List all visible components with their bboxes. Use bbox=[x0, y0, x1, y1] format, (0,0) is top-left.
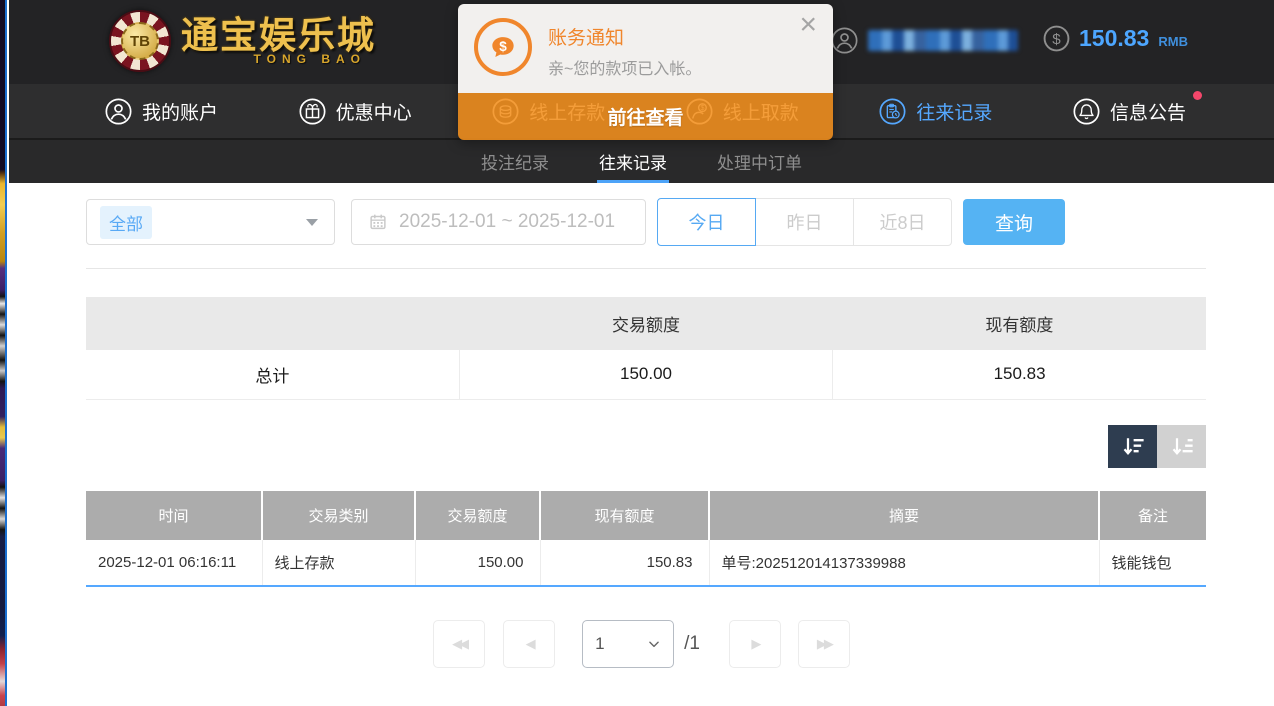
summary-total-label: 总计 bbox=[86, 350, 459, 399]
notification-badge-dot bbox=[1193, 91, 1202, 100]
tab-strip: 投注纪录 往来记录 处理中订单 bbox=[9, 138, 1274, 183]
summary-total-row: 总计 150.00 150.83 bbox=[86, 350, 1206, 399]
notice-title: 账务通知 bbox=[548, 23, 624, 50]
content-area: 全部 2025-12-01 ~ 2025-12-01 bbox=[9, 183, 1274, 706]
nav-item-my-account[interactable]: 我的账户 bbox=[105, 98, 218, 125]
svg-text:$: $ bbox=[499, 39, 507, 54]
pagination: ◀◀ ◀ 1 /1 ▶ ▶▶ bbox=[9, 620, 1274, 668]
tab-processing-orders[interactable]: 处理中订单 bbox=[715, 140, 804, 183]
summary-transaction-amount: 150.00 bbox=[459, 350, 832, 399]
record-type: 线上存款 bbox=[262, 540, 415, 586]
last-page-button[interactable]: ▶▶ bbox=[798, 620, 850, 668]
first-page-button[interactable]: ◀◀ bbox=[433, 620, 485, 668]
background-page-sliver bbox=[0, 0, 7, 706]
logo-subtitle: TONG BAO bbox=[254, 52, 366, 66]
user-block bbox=[831, 27, 1018, 54]
summary-table: 交易额度 现有额度 总计 150.00 150.83 bbox=[86, 297, 1206, 400]
logo-title: 通宝娱乐城 bbox=[181, 16, 376, 57]
last-8-days-button[interactable]: 近8日 bbox=[853, 198, 952, 246]
record-summary: 单号:202512014137339988 bbox=[709, 540, 1099, 586]
balance-currency: RMB bbox=[1158, 34, 1188, 49]
records-header-summary: 摘要 bbox=[709, 491, 1099, 540]
record-transaction-amount: 150.00 bbox=[415, 540, 540, 586]
sort-ascending-icon bbox=[1167, 432, 1197, 462]
balance-amount: 150.83 bbox=[1079, 25, 1149, 52]
user-avatar-icon bbox=[831, 27, 858, 54]
nav-label: 优惠中心 bbox=[336, 98, 412, 125]
person-icon bbox=[105, 98, 132, 125]
date-range-input[interactable]: 2025-12-01 ~ 2025-12-01 bbox=[351, 199, 646, 245]
dollar-circle-icon: $ bbox=[1043, 25, 1070, 52]
summary-current-amount: 150.83 bbox=[833, 350, 1206, 399]
summary-header-current-amount: 现有额度 bbox=[833, 297, 1206, 350]
yesterday-button[interactable]: 昨日 bbox=[755, 198, 854, 246]
quick-date-buttons: 今日 昨日 近8日 bbox=[657, 198, 952, 246]
records-header-type: 交易类别 bbox=[262, 491, 415, 540]
sort-descending-icon bbox=[1118, 432, 1148, 462]
sort-descending-button[interactable] bbox=[1108, 425, 1157, 468]
nav-item-announcements[interactable]: 信息公告 bbox=[1073, 98, 1186, 125]
nav-label: 往来记录 bbox=[916, 98, 992, 125]
nav-item-promotions[interactable]: 优惠中心 bbox=[299, 98, 412, 125]
calendar-icon bbox=[367, 211, 389, 233]
svg-text:$: $ bbox=[1052, 31, 1061, 48]
record-current-amount: 150.83 bbox=[540, 540, 709, 586]
chevron-down-icon bbox=[306, 219, 318, 226]
bell-icon bbox=[1073, 98, 1100, 125]
account-notice-popup: $ 账务通知 亲~您的款项已入帐。 × 前往查看 bbox=[458, 4, 833, 140]
nav-label: 我的账户 bbox=[142, 98, 218, 125]
date-range-value: 2025-12-01 ~ 2025-12-01 bbox=[399, 211, 615, 233]
balance-block: $ 150.83 RMB bbox=[1043, 25, 1188, 52]
section-divider bbox=[86, 268, 1206, 269]
records-header-current-amount: 现有额度 bbox=[540, 491, 709, 540]
nav-label: 信息公告 bbox=[1110, 98, 1186, 125]
records-header-row: 时间 交易类别 交易额度 现有额度 摘要 备注 bbox=[86, 491, 1206, 540]
previous-page-button[interactable]: ◀ bbox=[503, 620, 555, 668]
record-remark: 钱能钱包 bbox=[1099, 540, 1206, 586]
type-select[interactable]: 全部 bbox=[86, 199, 335, 245]
records-table: 时间 交易类别 交易额度 现有额度 摘要 备注 2025-12-01 06:16… bbox=[86, 491, 1206, 587]
total-pages-label: /1 bbox=[684, 633, 700, 655]
tab-betting-records[interactable]: 投注纪录 bbox=[479, 140, 551, 183]
close-icon[interactable]: × bbox=[799, 10, 817, 40]
summary-header-transaction-amount: 交易额度 bbox=[459, 297, 832, 350]
gift-icon bbox=[299, 98, 326, 125]
sort-ascending-button[interactable] bbox=[1157, 425, 1206, 468]
today-button[interactable]: 今日 bbox=[657, 198, 756, 246]
summary-header-empty bbox=[86, 297, 459, 350]
search-button[interactable]: 查询 bbox=[963, 199, 1065, 245]
chevron-down-icon bbox=[647, 637, 661, 651]
summary-header-row: 交易额度 现有额度 bbox=[86, 297, 1206, 350]
type-select-value: 全部 bbox=[100, 206, 152, 239]
records-header-transaction-amount: 交易额度 bbox=[415, 491, 540, 540]
records-header-remark: 备注 bbox=[1099, 491, 1206, 540]
chip-tb-label: TB bbox=[121, 22, 159, 60]
money-message-icon: $ bbox=[474, 18, 532, 76]
site-logo[interactable]: TB 通宝娱乐城 TONG BAO bbox=[109, 10, 376, 72]
notice-message: 亲~您的款项已入帐。 bbox=[548, 55, 701, 79]
table-row: 2025-12-01 06:16:11 线上存款 150.00 150.83 单… bbox=[86, 540, 1206, 586]
page-select-value: 1 bbox=[595, 634, 604, 654]
sort-buttons bbox=[1108, 425, 1206, 468]
filter-row: 全部 2025-12-01 ~ 2025-12-01 bbox=[86, 198, 1065, 246]
logo-text: 通宝娱乐城 TONG BAO bbox=[181, 16, 376, 67]
username-masked bbox=[868, 30, 1018, 51]
casino-chip-icon: TB bbox=[109, 10, 171, 72]
tab-transaction-records[interactable]: 往来记录 bbox=[597, 140, 669, 183]
page-select[interactable]: 1 bbox=[582, 620, 674, 668]
notice-body: $ 账务通知 亲~您的款项已入帐。 × bbox=[458, 4, 833, 93]
records-icon bbox=[879, 98, 906, 125]
nav-item-transaction-records[interactable]: 往来记录 bbox=[879, 98, 992, 125]
records-header-time: 时间 bbox=[86, 491, 262, 540]
go-view-button[interactable]: 前往查看 bbox=[458, 93, 833, 140]
page: TB 通宝娱乐城 TONG BAO $ bbox=[0, 0, 1274, 706]
record-time: 2025-12-01 06:16:11 bbox=[86, 540, 262, 586]
next-page-button[interactable]: ▶ bbox=[729, 620, 781, 668]
